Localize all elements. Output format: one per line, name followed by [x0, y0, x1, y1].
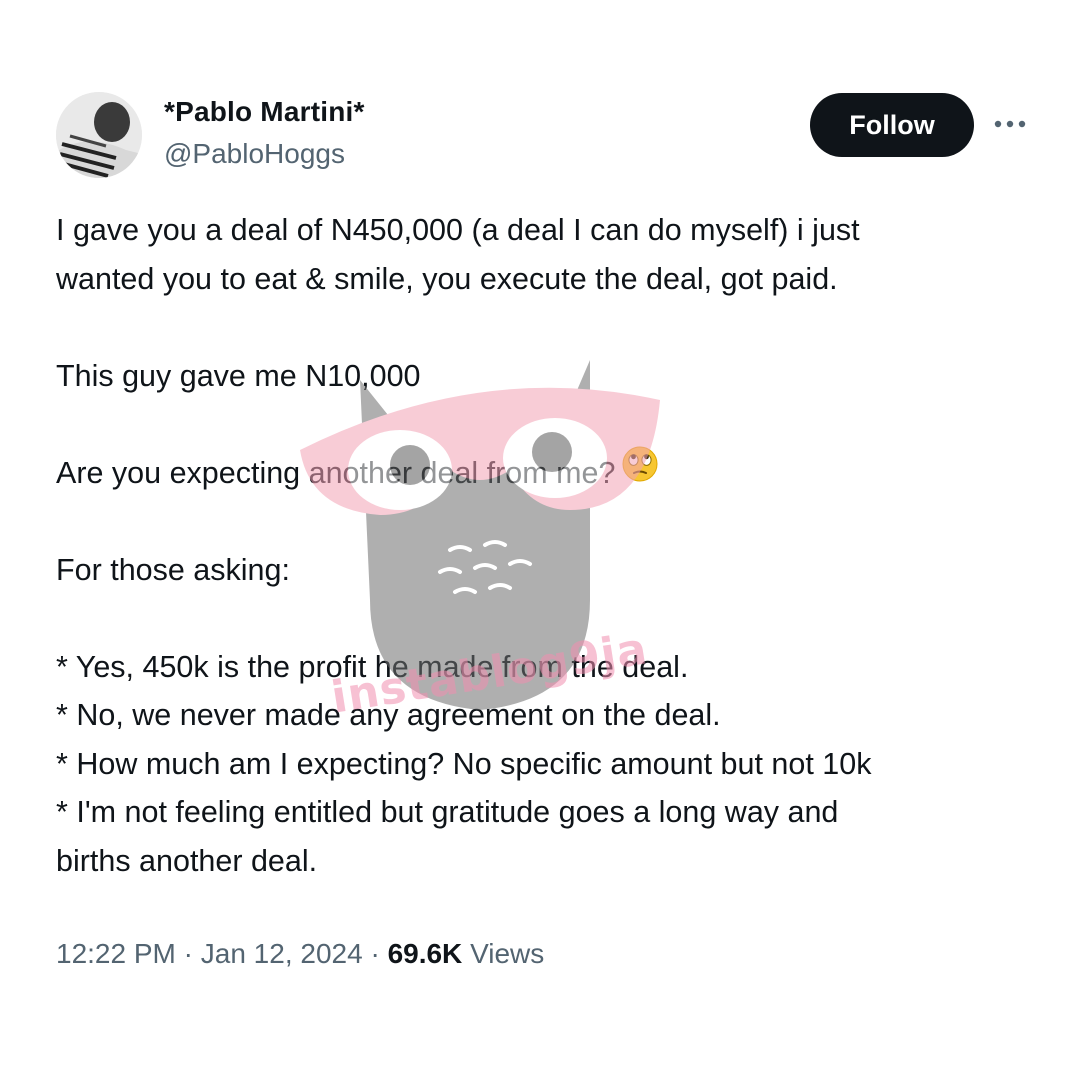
tweet-line-with-emoji: Are you expecting another deal from me? [56, 446, 1046, 498]
tweet-card: *Pablo Martini* @PabloHoggs Follow I gav… [0, 0, 1080, 1080]
tweet-meta: 12:22 PM · Jan 12, 2024 · 69.6K Views [56, 938, 544, 970]
tweet-line: * Yes, 450k is the profit he made from t… [56, 649, 689, 684]
more-options-icon[interactable] [992, 112, 1028, 136]
meta-separator: · [183, 938, 193, 969]
follow-button[interactable]: Follow [810, 93, 974, 157]
face-with-rolling-eyes-icon [621, 445, 659, 498]
tweet-line: Are you expecting another deal from me? [56, 455, 616, 490]
avatar-image [56, 92, 142, 178]
views-count[interactable]: 69.6K [388, 938, 463, 969]
tweet-line: * No, we never made any agreement on the… [56, 698, 721, 732]
avatar[interactable] [56, 92, 142, 178]
tweet-line: births another deal. [56, 843, 318, 878]
tweet-text: I gave you a deal of N450,000 (a deal I … [56, 206, 1046, 885]
tweet-line: For those asking: [56, 552, 290, 587]
meta-separator: · [370, 938, 380, 969]
tweet-time[interactable]: 12:22 PM [56, 938, 176, 969]
author-handle[interactable]: @PabloHoggs [164, 138, 345, 170]
tweet-line: wanted you to eat & smile, you execute t… [56, 261, 838, 296]
tweet-line: * I'm not feeling entitled but gratitude… [56, 795, 839, 829]
tweet-line: * How much am I expecting? No specific a… [56, 746, 872, 781]
tweet-line: This guy gave me N10,000 [56, 358, 421, 393]
tweet-date[interactable]: Jan 12, 2024 [201, 938, 363, 969]
views-label: Views [470, 938, 545, 969]
author-name[interactable]: *Pablo Martini* [164, 96, 365, 128]
tweet-line: I gave you a deal of N450,000 (a deal I … [56, 213, 860, 247]
